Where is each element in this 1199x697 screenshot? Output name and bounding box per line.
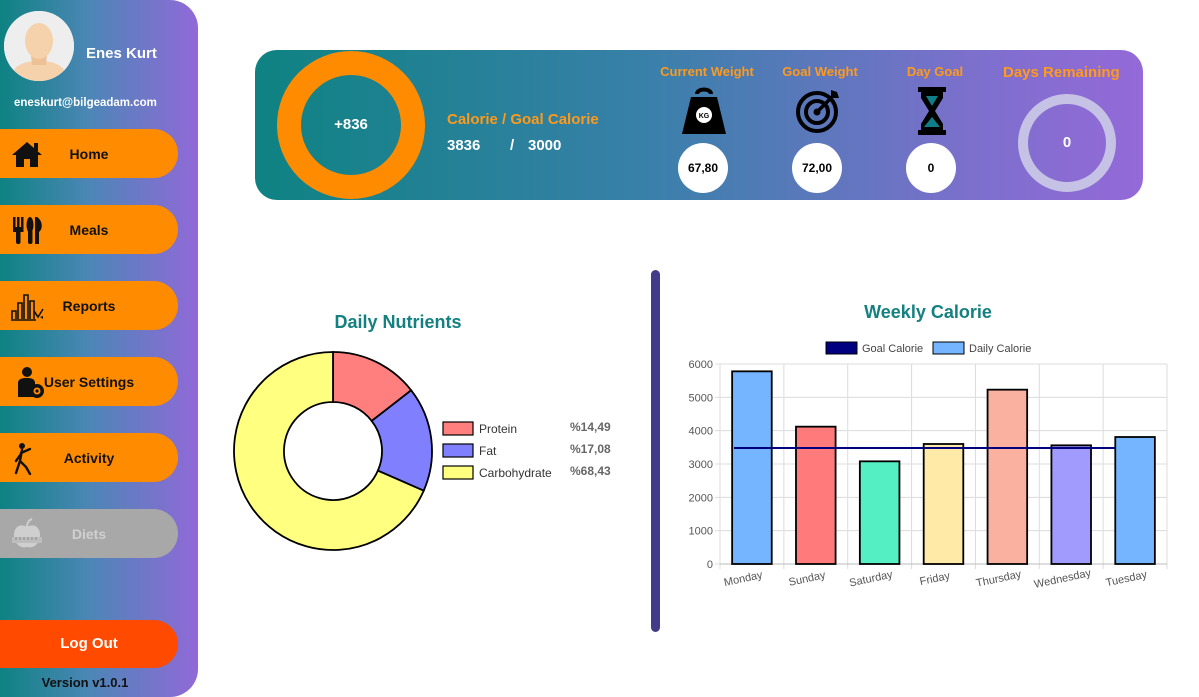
x-tick-label: Saturday (848, 569, 894, 590)
avatar (4, 11, 74, 81)
sidebar: Enes Kurt eneskurt@bilgeadam.com Home Me… (0, 0, 198, 697)
days-remaining-title: Days Remaining (1003, 64, 1120, 81)
legend-label-carbohydrate: Carbohydrate (479, 466, 552, 480)
legend-percent-fat: %17,08 (570, 442, 611, 456)
logout-button[interactable]: Log Out (0, 620, 178, 668)
nav-home-button[interactable]: Home (0, 129, 178, 178)
weight-kg-icon: KG (682, 87, 726, 134)
daily-nutrients-title: Daily Nutrients (334, 312, 462, 332)
x-tick-label: Thursday (975, 568, 1023, 589)
x-tick-label: Sunday (788, 569, 827, 589)
nav-user-settings-button[interactable]: User Settings (0, 357, 178, 406)
bar-monday (731, 370, 773, 565)
legend-label-fat: Fat (479, 444, 497, 458)
nav-meals-button[interactable]: Meals (0, 205, 178, 254)
y-tick-label: 1000 (689, 526, 713, 538)
bar-thursday (986, 388, 1029, 565)
user-avatar-icon (4, 11, 74, 81)
y-tick-label: 0 (707, 559, 713, 571)
y-tick-label: 4000 (689, 426, 713, 438)
user-email: eneskurt@bilgeadam.com (14, 97, 157, 109)
legend-percent-protein: %14,49 (570, 420, 611, 434)
legend-swatch-goal-calorie (825, 341, 858, 355)
days-remaining-value: 0 (1062, 134, 1072, 151)
calorie-goal-title: Calorie / Goal Calorie (447, 111, 599, 128)
weekly-calorie-title: Weekly Calorie (864, 302, 992, 322)
nav-meals-label: Meals (69, 221, 109, 238)
nav-home-label: Home (69, 145, 109, 162)
bar-wednesday (1050, 444, 1092, 565)
calorie-goal-value: 3000 (528, 137, 562, 154)
bar-friday (922, 443, 965, 565)
stats-card: +836 Calorie / Goal Calorie 3836 / 3000 … (255, 50, 1143, 200)
kg-badge-text: KG (699, 113, 710, 120)
current-weight-title: Current Weight (660, 64, 754, 79)
version-label: Version v1.0.1 (41, 675, 129, 690)
calorie-current-value: 3836 (447, 137, 481, 154)
nav-user-settings-label: User Settings (43, 373, 135, 390)
nav-diets-button[interactable]: Diets (0, 509, 178, 558)
user-name: Enes Kurt (86, 45, 157, 62)
legend-swatch-daily-calorie (932, 341, 965, 355)
day-goal-title: Day Goal (906, 64, 964, 79)
legend-label-protein: Protein (479, 422, 517, 436)
x-tick-label: Monday (723, 569, 764, 589)
x-tick-label: Wednesday (1033, 567, 1093, 591)
nav-reports-button[interactable]: Reports (0, 281, 178, 330)
y-tick-label: 2000 (689, 492, 713, 504)
daily-nutrients-chart: Protein %14,49 Fat %17,08 Carbohydrate %68,43 (233, 351, 611, 551)
nav-activity-button[interactable]: Activity (0, 433, 178, 482)
legend-swatch-fat (442, 443, 474, 458)
legend-swatch-carbohydrate (442, 465, 474, 480)
goal-weight-title: Goal Weight (782, 64, 858, 79)
y-tick-label: 3000 (689, 459, 713, 471)
x-tick-label: Friday (919, 570, 952, 588)
legend-percent-carbohydrate: %68,43 (570, 464, 611, 478)
nav-diets-label: Diets (71, 525, 107, 542)
bar-saturday (858, 460, 901, 565)
target-goal-icon (796, 90, 839, 133)
y-tick-label: 6000 (689, 359, 713, 371)
weekly-calorie-chart: Goal Calorie Daily Calorie 0 1000 2000 3000 4… (689, 341, 1168, 591)
legend-swatch-protein (442, 421, 474, 436)
day-goal-value: 0 (906, 143, 956, 193)
x-tick-label: Tuesday (1105, 569, 1149, 590)
y-tick-label: 5000 (689, 392, 713, 404)
calorie-difference: +836 (334, 116, 368, 133)
section-divider (651, 270, 660, 632)
nav-reports-label: Reports (62, 297, 116, 314)
current-weight-value: 67,80 (678, 143, 728, 193)
bar-tuesday (1114, 436, 1156, 565)
goal-weight-value: 72,00 (792, 143, 842, 193)
legend-label-goal-calorie: Goal Calorie (862, 343, 923, 355)
hourglass-icon (918, 87, 946, 135)
nav-activity-label: Activity (63, 449, 115, 466)
legend-label-daily-calorie: Daily Calorie (969, 343, 1031, 355)
calorie-separator: / (510, 137, 515, 154)
